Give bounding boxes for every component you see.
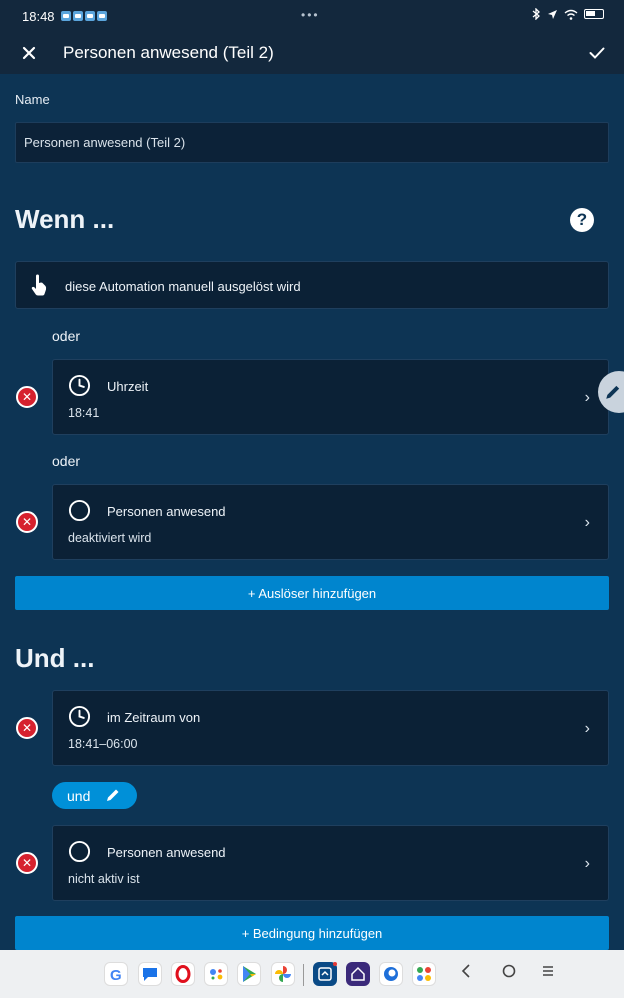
- or-label: oder: [52, 453, 81, 469]
- pencil-icon: [606, 385, 620, 399]
- photos-icon[interactable]: [271, 962, 295, 986]
- condition-card-presence[interactable]: Personen anwesend nicht aktiv ist ›: [52, 825, 609, 901]
- recents-nav-icon[interactable]: [541, 963, 555, 983]
- notification-icon: [84, 11, 95, 21]
- logic-operator-pill[interactable]: und: [52, 782, 137, 809]
- home-connect-icon[interactable]: [346, 962, 370, 986]
- check-icon: [589, 47, 605, 59]
- save-button[interactable]: [584, 40, 610, 66]
- system-taskbar: G: [0, 950, 624, 998]
- add-condition-button[interactable]: + Bedingung hinzufügen: [15, 916, 609, 950]
- trigger-detail: deaktiviert wird: [68, 531, 152, 545]
- add-trigger-button[interactable]: + Auslöser hinzufügen: [15, 576, 609, 610]
- circle-icon: [68, 840, 91, 863]
- home-nav-icon[interactable]: [501, 963, 517, 984]
- trigger-title: Uhrzeit: [107, 379, 149, 394]
- condition-title: Personen anwesend: [107, 845, 226, 860]
- remove-trigger-button[interactable]: ✕: [16, 511, 38, 533]
- trigger-detail: 18:41: [68, 406, 100, 420]
- condition-card-timerange[interactable]: im Zeitraum von 18:41–06:00 ›: [52, 690, 609, 766]
- play-store-icon[interactable]: [237, 962, 261, 986]
- wifi-icon: [564, 9, 578, 20]
- close-icon: [22, 46, 36, 60]
- status-bar: 18:48 •••: [0, 0, 624, 32]
- page-title: Personen anwesend (Teil 2): [63, 43, 274, 62]
- condition-title: im Zeitraum von: [107, 710, 201, 725]
- assistant-icon[interactable]: [204, 962, 228, 986]
- chevron-right-icon: ›: [584, 389, 590, 406]
- trigger-title: Personen anwesend: [107, 504, 226, 519]
- app-drawer-icon[interactable]: [412, 962, 436, 986]
- trigger-card-time[interactable]: Uhrzeit 18:41 ›: [52, 359, 609, 435]
- and-section-title: Und ...: [15, 643, 95, 673]
- help-icon[interactable]: ?: [570, 208, 594, 232]
- close-button[interactable]: [16, 40, 42, 66]
- chevron-right-icon: ›: [584, 720, 590, 737]
- pencil-icon: [107, 789, 119, 801]
- battery-icon: [584, 9, 604, 19]
- status-time: 18:48: [22, 8, 55, 24]
- clock-icon: [68, 374, 91, 397]
- or-label: oder: [52, 328, 81, 344]
- manual-trigger-label: diese Automation manuell ausgelöst wird: [65, 279, 301, 294]
- taskbar-divider: [303, 964, 304, 986]
- back-nav-icon[interactable]: [461, 963, 471, 984]
- manual-trigger-card[interactable]: diese Automation manuell ausgelöst wird: [15, 261, 609, 309]
- name-label: Name: [15, 92, 50, 107]
- circle-icon: [68, 499, 91, 522]
- logic-operator-label: und: [67, 787, 91, 804]
- opera-icon[interactable]: [171, 962, 195, 986]
- system-icons: [532, 8, 604, 20]
- condition-detail: 18:41–06:00: [68, 737, 138, 751]
- remove-condition-button[interactable]: ✕: [16, 852, 38, 874]
- firefox-icon[interactable]: [379, 962, 403, 986]
- condition-detail: nicht aktiv ist: [68, 872, 140, 886]
- remove-trigger-button[interactable]: ✕: [16, 386, 38, 408]
- messages-icon[interactable]: [138, 962, 162, 986]
- svg-text:G: G: [110, 967, 122, 984]
- trigger-card-presence[interactable]: Personen anwesend deaktiviert wird ›: [52, 484, 609, 560]
- location-icon: [548, 9, 557, 19]
- app-bar: Personen anwesend (Teil 2): [0, 32, 624, 74]
- notification-icon: [96, 11, 107, 21]
- smart-home-icon[interactable]: [313, 962, 337, 986]
- clock-icon: [68, 705, 91, 728]
- bluetooth-icon: [532, 8, 540, 20]
- google-icon[interactable]: G: [104, 962, 128, 986]
- remove-condition-button[interactable]: ✕: [16, 717, 38, 739]
- name-input[interactable]: [15, 122, 609, 163]
- when-section-title: Wenn ...: [15, 204, 115, 234]
- notification-icon: [60, 11, 71, 21]
- chevron-right-icon: ›: [584, 855, 590, 872]
- chevron-right-icon: ›: [584, 514, 590, 531]
- status-dots: •••: [301, 8, 320, 22]
- notification-icon: [72, 11, 83, 21]
- hand-pointer-icon: [31, 274, 47, 296]
